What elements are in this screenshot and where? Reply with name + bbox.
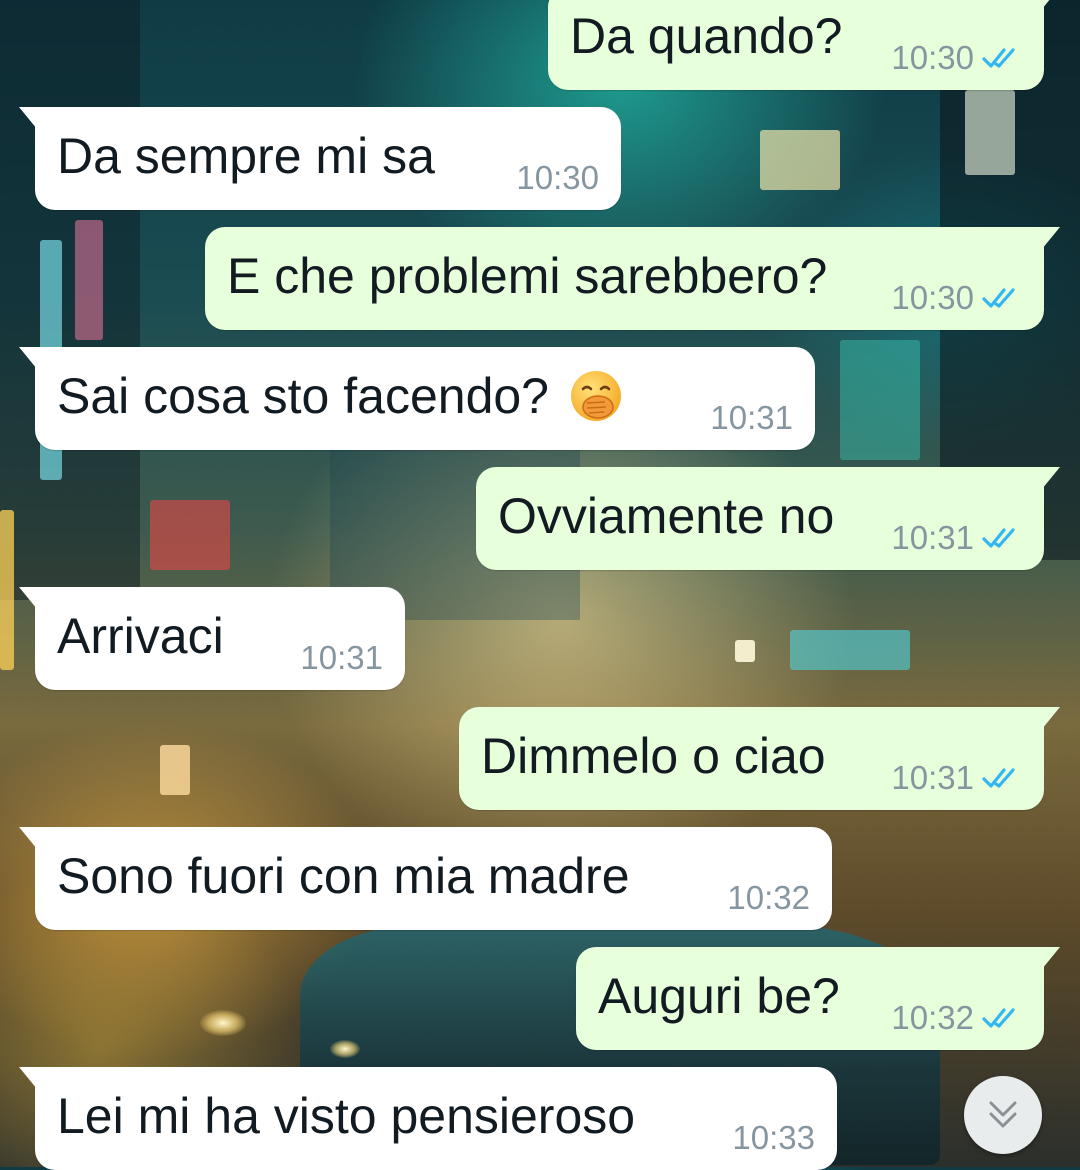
message-bubble-incoming[interactable]: Da sempre mi sa 10:30 (19, 107, 621, 210)
read-double-check-icon (982, 528, 1015, 548)
message-text: Sono fuori con mia madre (57, 848, 630, 904)
message-text: Arrivaci (57, 608, 224, 664)
message-time: 10:30 (891, 39, 974, 76)
read-double-check-icon (982, 1008, 1015, 1028)
message-time: 10:31 (891, 519, 974, 556)
read-double-check-icon (982, 48, 1015, 68)
message-time: 10:31 (891, 759, 974, 796)
message-text: Lei mi ha visto pensieroso (57, 1088, 636, 1144)
message-text: E che problemi sarebbero? (227, 248, 828, 304)
message-text: Auguri be? (598, 968, 840, 1024)
message-text: Sai cosa sto facendo? (57, 368, 549, 424)
message-time: 10:31 (300, 639, 383, 676)
message-text: Da sempre mi sa (57, 128, 435, 184)
message-bubble-outgoing[interactable]: E che problemi sarebbero? 10:30 (205, 227, 1060, 330)
message-text: Da quando? (570, 8, 843, 64)
double-chevron-down-icon (989, 1101, 1017, 1128)
message-text: Dimmelo o ciao (481, 728, 826, 784)
message-text: Ovviamente no (498, 488, 835, 544)
message-bubble-incoming[interactable]: Sai cosa sto facendo? 10:31 (19, 347, 815, 450)
message-time: 10:31 (710, 399, 793, 436)
read-double-check-icon (982, 768, 1015, 788)
message-bubble-outgoing[interactable]: Da quando? 10:30 (548, 0, 1060, 90)
message-time: 10:30 (516, 159, 599, 196)
face-with-hand-over-mouth-emoji-icon (570, 370, 621, 421)
scroll-to-bottom-button[interactable] (964, 1076, 1042, 1154)
read-double-check-icon (982, 288, 1015, 308)
message-bubble-outgoing[interactable]: Auguri be? 10:32 (576, 947, 1060, 1050)
message-time: 10:32 (891, 999, 974, 1036)
message-time: 10:30 (891, 279, 974, 316)
message-bubble-outgoing[interactable]: Ovviamente no 10:31 (476, 467, 1060, 570)
message-bubble-incoming[interactable]: Lei mi ha visto pensieroso 10:33 (19, 1067, 837, 1170)
message-time: 10:32 (727, 879, 810, 916)
message-time: 10:33 (732, 1119, 815, 1156)
message-bubble-incoming[interactable]: Arrivaci 10:31 (19, 587, 405, 690)
message-bubble-incoming[interactable]: Sono fuori con mia madre 10:32 (19, 827, 832, 930)
message-bubble-outgoing[interactable]: Dimmelo o ciao 10:31 (459, 707, 1060, 810)
